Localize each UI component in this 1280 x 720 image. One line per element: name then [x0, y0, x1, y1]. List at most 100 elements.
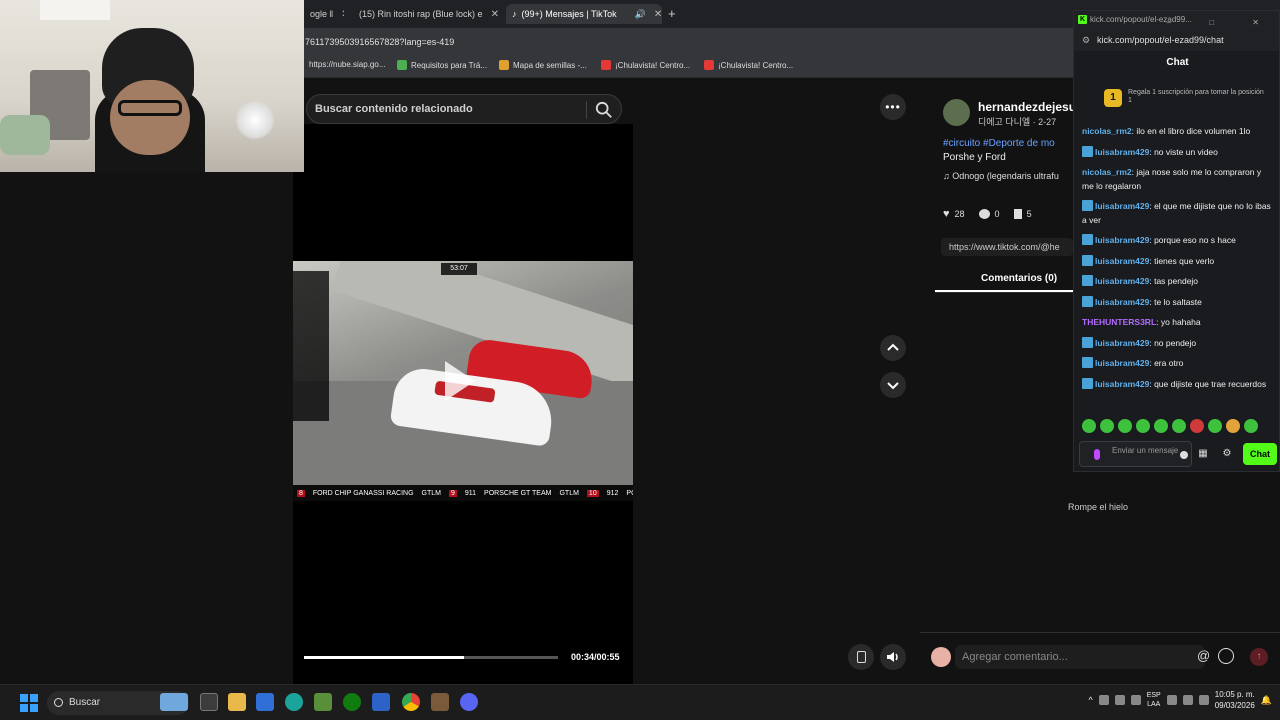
- chat-message[interactable]: nicolas_rm2: jaja nose solo me lo compra…: [1082, 166, 1273, 193]
- chat-username[interactable]: luisabram429: [1095, 201, 1149, 211]
- battery-icon[interactable]: [1198, 695, 1209, 705]
- speaker-icon[interactable]: 🔊: [635, 9, 646, 20]
- chat-message[interactable]: luisabram429: no viste un video: [1082, 145, 1273, 160]
- mic-icon[interactable]: [1114, 695, 1125, 705]
- more-options-button[interactable]: •••: [880, 94, 906, 120]
- chat-input[interactable]: Enviar un mensaje: [1079, 441, 1192, 467]
- bookmark[interactable]: Requisitos para Trá...: [397, 60, 487, 70]
- gear-icon[interactable]: ⚙: [1221, 448, 1233, 460]
- emote-icon[interactable]: [1100, 419, 1114, 433]
- previous-video-button[interactable]: [880, 335, 906, 361]
- bookmark[interactable]: Mapa de semillas -...: [499, 60, 587, 70]
- language-indicator[interactable]: ESP LAA: [1147, 691, 1161, 709]
- site-settings-icon[interactable]: ⚙: [1082, 29, 1090, 51]
- emoji-icon[interactable]: [1180, 451, 1188, 459]
- discord-icon[interactable]: [460, 693, 478, 711]
- volume-button[interactable]: [880, 644, 906, 670]
- chat-username[interactable]: nicolas_rm2: [1082, 126, 1132, 136]
- send-chat-button[interactable]: Chat: [1243, 443, 1277, 465]
- gift-icon[interactable]: ▦: [1197, 448, 1209, 460]
- emote-icon[interactable]: [1154, 419, 1168, 433]
- xbox-icon[interactable]: [343, 693, 361, 711]
- emoji-icon[interactable]: [1218, 648, 1234, 664]
- chat-message-list[interactable]: nicolas_rm2: ilo en el libro dice volume…: [1074, 125, 1279, 411]
- store-icon[interactable]: [256, 693, 274, 711]
- browser-tab-active[interactable]: ♪ (99+) Mensajes | TikTok 🔊 ✕: [506, 4, 662, 24]
- search-icon[interactable]: [595, 101, 613, 119]
- clock[interactable]: 10:05 p. m. 09/03/2026: [1215, 689, 1255, 711]
- cloud-icon[interactable]: [1098, 695, 1109, 705]
- chat-username[interactable]: luisabram429: [1095, 297, 1149, 307]
- app-tray-icon[interactable]: [1130, 695, 1141, 705]
- emote-icon[interactable]: [1172, 419, 1186, 433]
- kick-url-bar[interactable]: ⚙ kick.com/popout/el-ezad99/chat: [1074, 29, 1279, 51]
- close-icon[interactable]: ✕: [491, 9, 499, 20]
- wifi-icon[interactable]: [1166, 695, 1177, 705]
- emote-icon[interactable]: [1226, 419, 1240, 433]
- emote-icon[interactable]: [1190, 419, 1204, 433]
- app-icon[interactable]: [372, 693, 390, 711]
- bookmark[interactable]: ¡Chulavista! Centro...: [704, 60, 793, 70]
- app-icon[interactable]: [431, 693, 449, 711]
- author-avatar[interactable]: [943, 99, 970, 126]
- file-explorer-icon[interactable]: [228, 693, 246, 711]
- chat-message[interactable]: THEHUNTERS3RL: yo hahaha: [1082, 316, 1273, 330]
- music-link[interactable]: ♫ Odnogo (legendaris ultrafu: [943, 171, 1073, 181]
- emote-icon[interactable]: [1208, 419, 1222, 433]
- chat-username[interactable]: nicolas_rm2: [1082, 167, 1132, 177]
- play-icon[interactable]: [445, 361, 475, 401]
- captions-button[interactable]: [848, 644, 874, 670]
- chat-username[interactable]: luisabram429: [1095, 379, 1149, 389]
- chat-username[interactable]: luisabram429: [1095, 147, 1149, 157]
- video-hashtags[interactable]: #circuito #Deporte de mo: [943, 138, 1073, 149]
- search-highlight-icon[interactable]: [160, 693, 188, 711]
- chrome-icon[interactable]: [402, 693, 420, 711]
- chat-message[interactable]: luisabram429: porque eso no s hace: [1082, 234, 1273, 248]
- edge-icon[interactable]: [285, 693, 303, 711]
- video-link[interactable]: https://www.tiktok.com/@he: [941, 238, 1073, 256]
- task-view-icon[interactable]: [200, 693, 218, 711]
- search-input[interactable]: Buscar contenido relacionado: [315, 103, 473, 115]
- chat-message[interactable]: luisabram429: tienes que verlo: [1082, 254, 1273, 269]
- chat-message[interactable]: luisabram429: era otro: [1082, 357, 1273, 371]
- chat-username[interactable]: luisabram429: [1095, 256, 1149, 266]
- tab-comments[interactable]: Comentarios (0): [981, 273, 1057, 284]
- browser-tab[interactable]: (15) Rin itoshi rap (Blue lock) e ✕: [348, 4, 500, 24]
- send-comment-button[interactable]: ↑: [1250, 648, 1268, 666]
- emote-icon[interactable]: [1244, 419, 1258, 433]
- like-button[interactable]: ♥ 28: [943, 208, 965, 220]
- emote-icon[interactable]: [1136, 419, 1150, 433]
- start-button[interactable]: [20, 694, 38, 712]
- chat-username[interactable]: luisabram429: [1095, 235, 1149, 245]
- chat-message[interactable]: luisabram429: te lo saltaste: [1082, 295, 1273, 310]
- author-name[interactable]: hernandezdejesus: [978, 100, 1074, 114]
- next-video-button[interactable]: [880, 372, 906, 398]
- browser-tab[interactable]: ogle ‖ ✕: [304, 4, 344, 24]
- emote-icon[interactable]: [1118, 419, 1132, 433]
- chat-username[interactable]: luisabram429: [1095, 358, 1149, 368]
- mention-icon[interactable]: @: [1197, 648, 1210, 663]
- chat-username[interactable]: luisabram429: [1095, 338, 1149, 348]
- chat-message[interactable]: luisabram429: que dijiste que trae recue…: [1082, 377, 1273, 392]
- chat-message[interactable]: luisabram429: no pendejo: [1082, 336, 1273, 351]
- emote-icon[interactable]: [1082, 419, 1096, 433]
- close-icon[interactable]: ✕: [654, 9, 662, 20]
- notification-icon[interactable]: 🔔: [1261, 695, 1272, 706]
- search-bar[interactable]: Buscar contenido relacionado: [306, 94, 622, 124]
- chat-message[interactable]: luisabram429: tas pendejo: [1082, 275, 1273, 289]
- bookmark[interactable]: ¡Chulavista! Centro...: [601, 60, 690, 70]
- chat-username[interactable]: luisabram429: [1095, 276, 1149, 286]
- chat-username[interactable]: THEHUNTERS3RL: [1082, 317, 1156, 327]
- chat-message[interactable]: nicolas_rm2: ilo en el libro dice volume…: [1082, 125, 1273, 139]
- gift-sub-banner[interactable]: 1 Regala 1 suscripción para tomar la pos…: [1104, 89, 1264, 107]
- save-button[interactable]: 5: [1013, 209, 1032, 219]
- minecraft-icon[interactable]: [314, 693, 332, 711]
- video-frame[interactable]: 53:07 8 FORD CHIP GANASSI RACING GTLM 9 …: [293, 261, 633, 501]
- chat-message[interactable]: luisabram429: el que me dijiste que no l…: [1082, 200, 1273, 227]
- close-icon[interactable]: ✕: [341, 9, 344, 20]
- microphone-icon[interactable]: [1094, 449, 1100, 460]
- volume-icon[interactable]: [1182, 695, 1193, 705]
- chevron-up-icon[interactable]: ^: [1088, 695, 1092, 705]
- new-tab-icon[interactable]: +: [668, 6, 676, 21]
- bookmark[interactable]: https://nube.siap.go...: [309, 60, 386, 69]
